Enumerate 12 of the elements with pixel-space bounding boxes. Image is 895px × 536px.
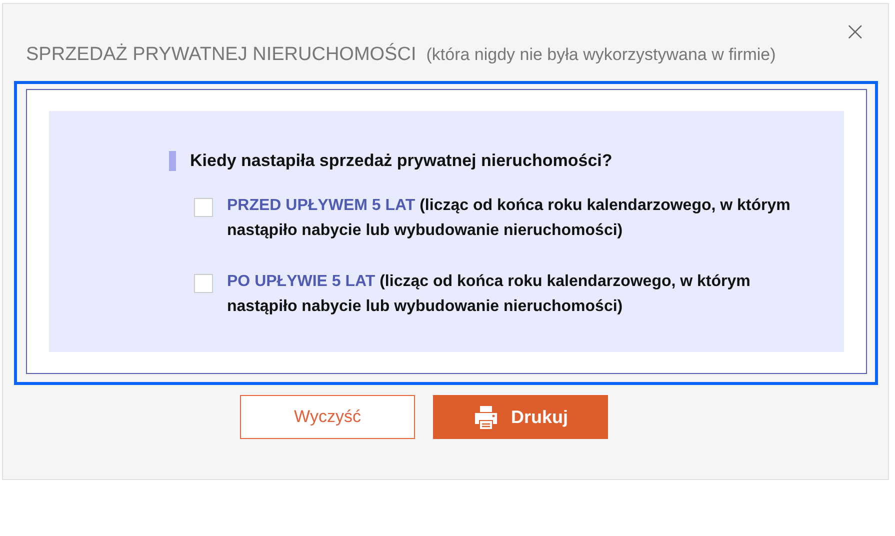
- dialog-subtitle: (która nigdy nie była wykorzystywana w firmie): [426, 45, 776, 65]
- printer-icon: [472, 404, 499, 430]
- accent-bar: [169, 151, 176, 171]
- checkbox[interactable]: [194, 274, 213, 293]
- clear-button[interactable]: Wyczyść: [240, 395, 415, 439]
- dialog-title: SPRZEDAŻ PRYWATNEJ NIERUCHOMOŚCI: [26, 44, 416, 66]
- option-label: PO UPŁYWIE 5 LAT (licząc od końca roku kalendarzowego, w którym nastąpiło nabycie lub wybudowanie nieruchomości): [227, 272, 752, 317]
- checkbox[interactable]: [194, 198, 213, 217]
- print-button[interactable]: Drukuj: [433, 395, 608, 439]
- question-text: Kiedy nastapiła sprzedaż prywatnej nieruchomości?: [190, 151, 612, 171]
- close-button[interactable]: ×: [844, 20, 878, 36]
- option-label: PRZED UPŁYWEM 5 LAT (licząc od końca roku kalendarzowego, w którym nastąpiło nabycie lub wybudowanie nieruchomości): [227, 196, 792, 241]
